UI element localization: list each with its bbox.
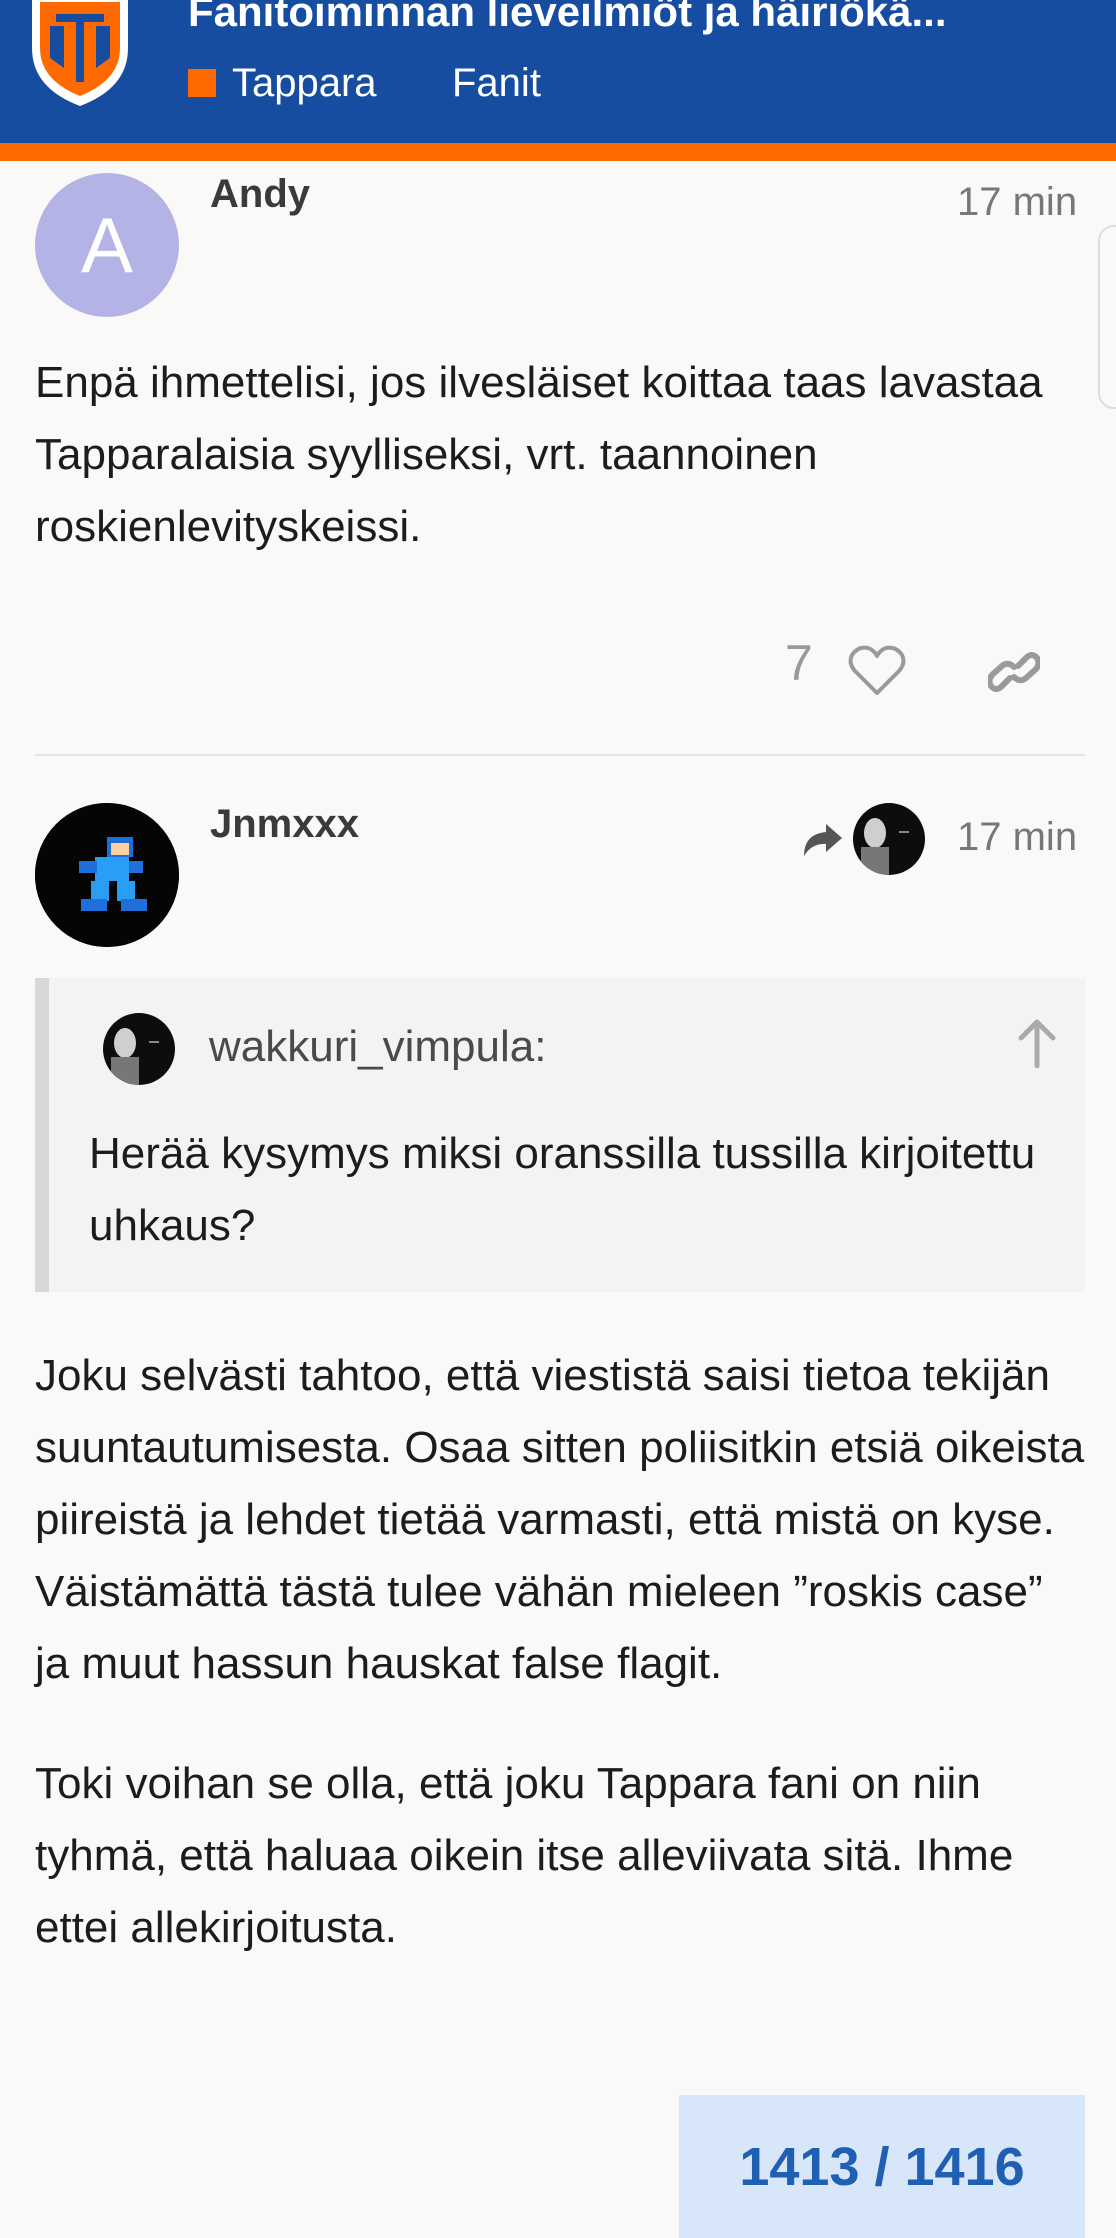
category-color-square [188, 69, 216, 97]
side-panel-edge[interactable] [1098, 225, 1116, 409]
tappara-logo-icon[interactable] [28, 0, 132, 108]
post-paragraph: Joku selvästi tahtoo, että viestistä sai… [35, 1351, 1085, 1688]
post-paragraph: Enpä ihmettelisi, jos ilvesläiset koitta… [35, 358, 1043, 551]
reply-to-avatar[interactable] [853, 803, 925, 875]
post-divider [35, 754, 1085, 756]
arrow-up-icon[interactable] [1015, 1018, 1059, 1068]
topic-header: Fanitoiminnan lieveilmiöt ja häiriökä...… [0, 0, 1116, 143]
post-username[interactable]: Andy [210, 172, 310, 217]
category-label: Tappara [232, 60, 377, 105]
category-badge[interactable]: Tappara [188, 58, 377, 108]
link-icon[interactable] [988, 648, 1040, 696]
avatar[interactable]: A [35, 173, 179, 317]
topic-title[interactable]: Fanitoiminnan lieveilmiöt ja häiriökä... [188, 0, 1048, 44]
post-paragraph: Toki voihan se olla, että joku Tappara f… [35, 1759, 1014, 1952]
post-time[interactable]: 17 min [957, 180, 1077, 225]
progress-count: 1413 / 1416 [739, 2136, 1025, 2197]
post-body: Enpä ihmettelisi, jos ilvesläiset koitta… [35, 347, 1085, 563]
quote-block: wakkuri_vimpula: Herää kysymys miksi ora… [35, 978, 1085, 1292]
avatar[interactable] [35, 803, 179, 947]
topic-progress-button[interactable]: 1413 / 1416 [679, 2095, 1085, 2238]
post-body: Joku selvästi tahtoo, että viestistä sai… [35, 1340, 1085, 1964]
reply-arrow-icon[interactable] [800, 822, 844, 858]
header-accent-stripe [0, 143, 1116, 161]
quote-text: Herää kysymys miksi oranssilla tussilla … [89, 1129, 1036, 1250]
pixel-hero-avatar-icon [35, 803, 179, 947]
person-photo-icon [861, 818, 909, 875]
quote-avatar[interactable] [103, 1013, 175, 1085]
like-count[interactable]: 7 [785, 634, 813, 692]
post-username[interactable]: Jnmxxx [210, 802, 359, 847]
tag-link[interactable]: Fanit [452, 58, 541, 108]
heart-icon[interactable] [848, 645, 906, 697]
quote-username[interactable]: wakkuri_vimpula: [209, 1022, 546, 1072]
person-photo-icon [111, 1028, 159, 1085]
post-time[interactable]: 17 min [957, 815, 1077, 860]
